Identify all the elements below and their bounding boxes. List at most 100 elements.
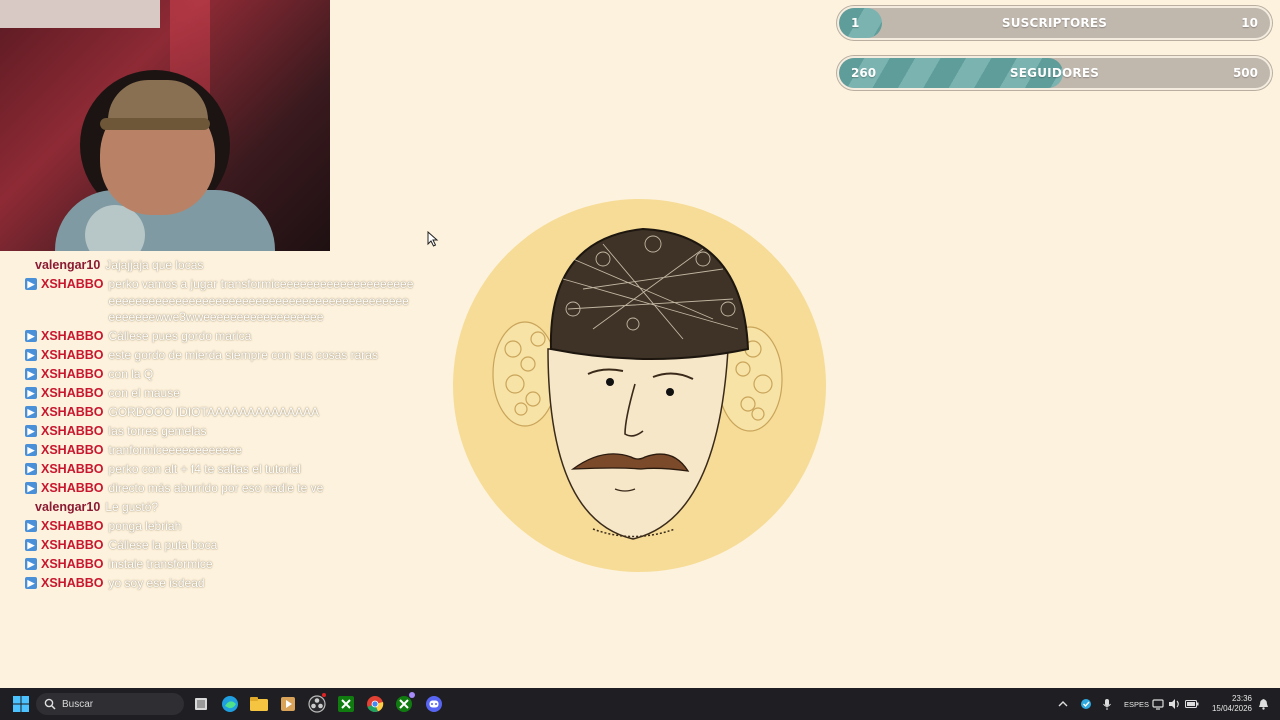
subscriber-badge-icon: ▶ <box>25 349 37 361</box>
chat-username: XSHABBO <box>41 424 104 438</box>
chrome-browser-icon[interactable] <box>363 692 387 716</box>
chat-text: Cállese pues gordo marica <box>108 329 252 343</box>
chat-text: ponga lebriah <box>108 519 182 533</box>
chat-username: XSHABBO <box>41 329 104 343</box>
edge-browser-icon[interactable] <box>218 692 242 716</box>
chat-username: XSHABBO <box>41 405 104 419</box>
windows-taskbar: Buscar ESP ES 23:36 15/04/2026 <box>0 688 1280 720</box>
chat-message: ▶ XSHABBO las torres gemelas <box>25 423 415 440</box>
goal-bar-followers: 260 SEGUIDORES 500 <box>837 56 1272 90</box>
chat-message: ▶ XSHABBO instale transformice <box>25 556 415 573</box>
subscriber-badge-icon: ▶ <box>25 330 37 342</box>
search-placeholder: Buscar <box>62 698 94 710</box>
avatar-face-icon <box>492 227 783 540</box>
chat-message: ▶ XSHABBO con la Q <box>25 366 415 383</box>
taskbar-search-box[interactable]: Buscar <box>36 693 184 715</box>
chat-username: XSHABBO <box>41 277 104 291</box>
subscriber-badge-icon: ▶ <box>25 425 37 437</box>
security-shield-icon[interactable] <box>1080 688 1092 720</box>
chat-username: valengar10 <box>35 258 101 272</box>
chat-username: XSHABBO <box>41 367 104 381</box>
chat-message: valengar10 Le gustó? <box>25 499 415 516</box>
subscriber-badge-icon: ▶ <box>25 368 37 380</box>
subscriber-badge-icon: ▶ <box>25 577 37 589</box>
chat-message: ▶ XSHABBO ponga lebriah <box>25 518 415 535</box>
chat-message: ▶ XSHABBO directo más aburrido por eso nad… <box>25 480 415 497</box>
goal-max: 10 <box>1241 16 1258 30</box>
chat-message: ▶ XSHABBO GORDOOO IDIOTAAAAAAAAAAAAAA <box>25 404 415 421</box>
chat-username: XSHABBO <box>41 576 104 590</box>
windows-start-icon[interactable] <box>9 692 33 716</box>
xbox-game-bar-icon[interactable] <box>392 692 416 716</box>
chat-message: valengar10 Jajajjaja que locas <box>25 257 415 274</box>
network-icon[interactable] <box>1152 688 1164 720</box>
media-player-icon[interactable] <box>276 692 300 716</box>
chat-message: ▶ XSHABBO Cállese la puta boca <box>25 537 415 554</box>
chat-username: XSHABBO <box>41 386 104 400</box>
tray-chevron-up-icon[interactable] <box>1058 688 1068 720</box>
chat-message: ▶ XSHABBO Cállese pues gordo marica <box>25 328 415 345</box>
chat-text: GORDOOO IDIOTAAAAAAAAAAAAAA <box>108 405 320 419</box>
chat-text: con la Q <box>108 367 154 381</box>
chat-text: yo soy ese isdead <box>108 576 205 590</box>
mouse-cursor-icon <box>427 231 439 247</box>
task-view-icon[interactable] <box>189 692 213 716</box>
chat-text: tranformiceeeeeeeeeeee <box>108 443 242 457</box>
chat-message: ▶ XSHABBO tranformiceeeeeeeeeeee <box>25 442 415 459</box>
chat-message: ▶ XSHABBO perko con alt + f4 te saltas el … <box>25 461 415 478</box>
chat-username: XSHABBO <box>41 462 104 476</box>
search-icon <box>44 698 56 710</box>
lang-primary: ESP <box>1124 699 1140 709</box>
goal-bar-subscribers: 1 SUSCRIPTORES 10 <box>837 6 1272 40</box>
battery-icon[interactable] <box>1185 688 1199 720</box>
chat-text: Jajajjaja que locas <box>105 258 204 272</box>
chat-text: este gordo de mierda siempre con sus cos… <box>108 348 378 362</box>
subscriber-badge-icon: ▶ <box>25 278 37 290</box>
streamer-avatar <box>453 199 826 572</box>
chat-username: XSHABBO <box>41 538 104 552</box>
volume-icon[interactable] <box>1168 688 1181 720</box>
chat-text: con el mause <box>108 386 180 400</box>
subscriber-badge-icon: ▶ <box>25 406 37 418</box>
clock-time: 23:36 <box>1231 694 1252 703</box>
chat-text: Cállese la puta boca <box>108 538 218 552</box>
subscriber-badge-icon: ▶ <box>25 558 37 570</box>
chat-text: Le gustó? <box>105 500 159 514</box>
chat-overlay: valengar10 Jajajjaja que locas ▶ XSHABBO per… <box>25 257 415 594</box>
discord-icon[interactable] <box>422 692 446 716</box>
goal-label: SUSCRIPTORES <box>1001 16 1108 30</box>
file-explorer-icon[interactable] <box>247 692 271 716</box>
subscriber-badge-icon: ▶ <box>25 520 37 532</box>
chat-text: las torres gemelas <box>108 424 207 438</box>
chat-text: perko vamos a jugar transformiceeeeeeeee… <box>108 277 414 324</box>
subscriber-badge-icon: ▶ <box>25 444 37 456</box>
xbox-app-icon[interactable] <box>334 692 358 716</box>
chat-username: valengar10 <box>35 500 101 514</box>
chat-username: XSHABBO <box>41 519 104 533</box>
chat-username: XSHABBO <box>41 348 104 362</box>
notification-bell-icon[interactable] <box>1258 688 1269 720</box>
subscriber-badge-icon: ▶ <box>25 387 37 399</box>
subscriber-badge-icon: ▶ <box>25 539 37 551</box>
chat-message: ▶ XSHABBO con el mause <box>25 385 415 402</box>
chat-username: XSHABBO <box>41 481 104 495</box>
chat-text: perko con alt + f4 te saltas el tutorial <box>108 462 301 476</box>
chat-message: ▶ XSHABBO este gordo de mierda siempre con… <box>25 347 415 364</box>
clock-date: 15/04/2026 <box>1211 704 1252 713</box>
chat-username: XSHABBO <box>41 443 104 457</box>
chat-text: instale transformice <box>108 557 213 571</box>
chat-message: ▶ XSHABBO yo soy ese isdead <box>25 575 415 592</box>
subscriber-badge-icon: ▶ <box>25 463 37 475</box>
chat-text: directo más aburrido por eso nadie te ve <box>108 481 324 495</box>
webcam-feed <box>0 0 330 251</box>
chat-username: XSHABBO <box>41 557 104 571</box>
chat-message: ▶ XSHABBO perko vamos a jugar transformice… <box>25 276 415 326</box>
system-clock[interactable]: 23:36 15/04/2026 <box>1206 688 1252 720</box>
microphone-icon[interactable] <box>1102 688 1112 720</box>
subscriber-badge-icon: ▶ <box>25 482 37 494</box>
goal-label: SEGUIDORES <box>1009 66 1100 80</box>
goal-max: 500 <box>1232 66 1258 80</box>
lang-secondary: ES <box>1139 699 1150 709</box>
input-language-indicator[interactable]: ESP ES <box>1124 688 1149 720</box>
obs-studio-icon[interactable] <box>305 692 329 716</box>
